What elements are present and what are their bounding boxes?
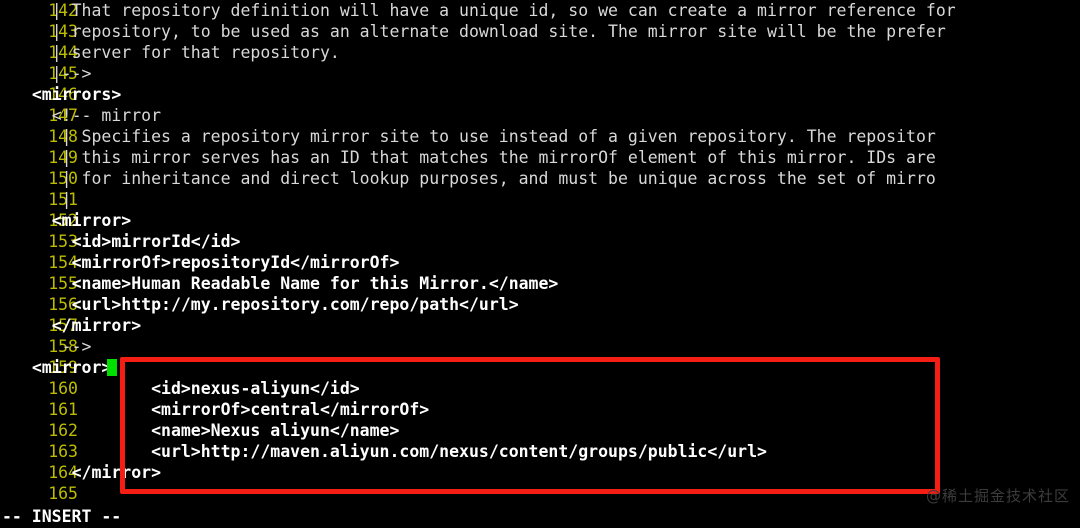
code-line[interactable]: 147 <!-- mirror (0, 105, 1080, 126)
line-content: --> (12, 337, 92, 356)
line-content: <mirrorOf>central</mirrorOf> (12, 400, 430, 419)
code-line[interactable]: 164 </mirror> (0, 462, 1080, 483)
line-number: 165 (48, 484, 78, 503)
line-content: <name>Human Readable Name for this Mirro… (12, 274, 559, 293)
line-content: </mirror> (12, 463, 162, 482)
code-line[interactable]: 155 <name>Human Readable Name for this M… (0, 273, 1080, 294)
code-line[interactable]: 145 |--> (0, 63, 1080, 84)
line-content: |--> (12, 64, 92, 83)
code-line[interactable]: 156 <url>http://my.repository.com/repo/p… (0, 294, 1080, 315)
text-cursor (106, 359, 117, 376)
code-line[interactable]: 150 | for inheritance and direct lookup … (0, 168, 1080, 189)
line-content: <mirror> (12, 211, 132, 230)
line-content: | repository, to be used as an alternate… (12, 22, 946, 41)
code-line[interactable]: 157 </mirror> (0, 315, 1080, 336)
terminal-window: 142 | That repository definition will ha… (0, 0, 1080, 528)
line-content: <mirror> (12, 358, 112, 377)
code-line[interactable]: 159 <mirror> (0, 357, 1080, 378)
line-content: | this mirror serves has an ID that matc… (12, 148, 936, 167)
code-line[interactable]: 161 <mirrorOf>central</mirrorOf> (0, 399, 1080, 420)
line-content: <!-- mirror (12, 106, 162, 125)
line-content: | (12, 190, 72, 209)
vim-status-bar: -- INSERT -- (0, 506, 1080, 528)
line-content: | That repository definition will have a… (12, 1, 956, 20)
code-editor-buffer[interactable]: 142 | That repository definition will ha… (0, 0, 1080, 506)
watermark-text: @稀土掘金技术社区 (925, 487, 1070, 505)
line-content: </mirror> (12, 316, 142, 335)
code-line[interactable]: 154 <mirrorOf>repositoryId</mirrorOf> (0, 252, 1080, 273)
code-line[interactable]: 152 <mirror> (0, 210, 1080, 231)
line-content: <url>http://maven.aliyun.com/nexus/conte… (12, 442, 767, 461)
code-line[interactable]: 149 | this mirror serves has an ID that … (0, 147, 1080, 168)
line-content: <mirrors> (12, 85, 122, 104)
line-content: | server for that repository. (12, 43, 340, 62)
code-line[interactable]: 158 --> (0, 336, 1080, 357)
line-content: <url>http://my.repository.com/repo/path<… (12, 295, 519, 314)
code-line[interactable]: 163 <url>http://maven.aliyun.com/nexus/c… (0, 441, 1080, 462)
code-line[interactable]: 153 <id>mirrorId</id> (0, 231, 1080, 252)
line-content: | Specifies a repository mirror site to … (12, 127, 936, 146)
code-line[interactable]: 151 | (0, 189, 1080, 210)
line-content: <mirrorOf>repositoryId</mirrorOf> (12, 253, 400, 272)
code-line[interactable]: 144 | server for that repository. (0, 42, 1080, 63)
code-line[interactable]: 142 | That repository definition will ha… (0, 0, 1080, 21)
line-content: <name>Nexus aliyun</name> (12, 421, 400, 440)
code-line[interactable]: 143 | repository, to be used as an alter… (0, 21, 1080, 42)
code-line[interactable]: 146 <mirrors> (0, 84, 1080, 105)
code-line[interactable]: 165 (0, 483, 1080, 504)
line-content: | for inheritance and direct lookup purp… (12, 169, 936, 188)
code-line[interactable]: 148 | Specifies a repository mirror site… (0, 126, 1080, 147)
code-line[interactable]: 162 <name>Nexus aliyun</name> (0, 420, 1080, 441)
code-line[interactable]: 160 <id>nexus-aliyun</id> (0, 378, 1080, 399)
line-content: <id>mirrorId</id> (12, 232, 241, 251)
line-content: <id>nexus-aliyun</id> (12, 379, 360, 398)
